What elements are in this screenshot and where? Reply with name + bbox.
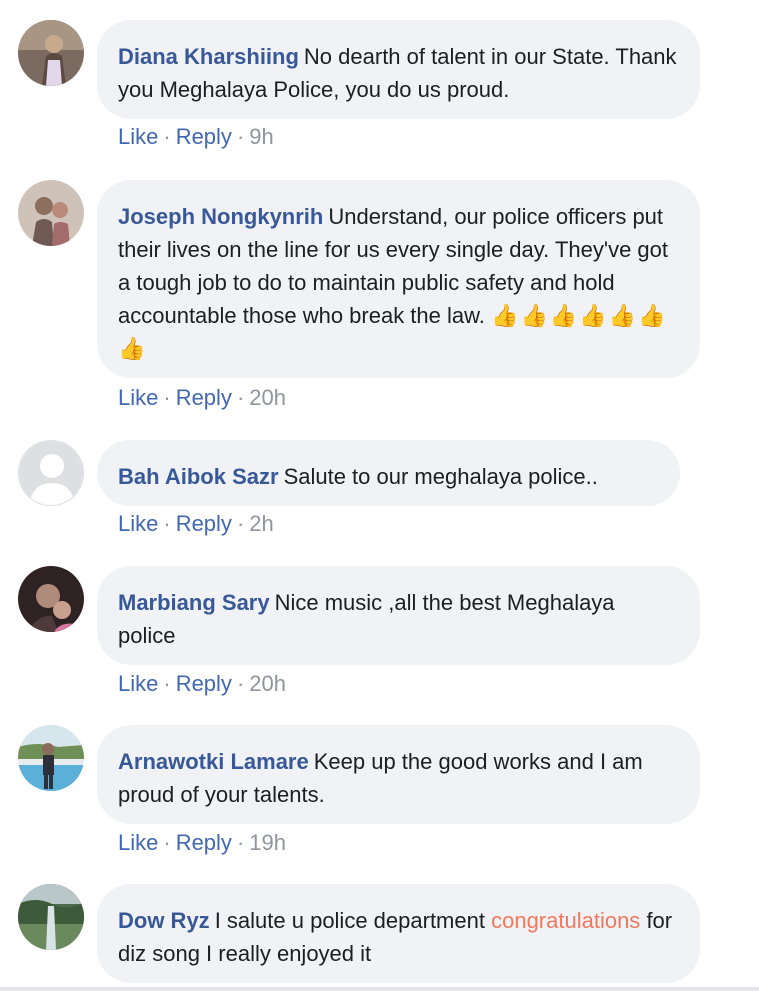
default-user-icon [19,441,83,505]
comment-bubble: Diana Kharshiing No dearth of talent in o… [97,20,700,119]
timestamp[interactable]: 20h [249,671,286,696]
reply-link[interactable]: Reply [176,385,232,410]
like-link[interactable]: Like [118,385,158,410]
separator: · [163,385,171,410]
comment-bubble: Arnawotki Lamare Keep up the good works a… [97,725,700,824]
like-link[interactable]: Like [118,671,158,696]
reply-link[interactable]: Reply [176,511,232,536]
avatar[interactable] [18,440,84,506]
timestamp[interactable]: 20h [249,385,286,410]
reply-link[interactable]: Reply [176,124,232,149]
avatar[interactable] [18,884,84,950]
like-link[interactable]: Like [118,511,158,536]
separator: · [163,671,171,696]
like-link[interactable]: Like [118,124,158,149]
profile-photo-icon [18,884,84,950]
profile-photo-icon [18,20,84,86]
separator: · [163,511,171,536]
separator: · [236,671,245,696]
bottom-divider [0,987,759,991]
separator: · [236,830,245,855]
reply-link[interactable]: Reply [176,830,232,855]
comment-actions: Like · Reply · 2h [118,511,274,537]
profile-photo-icon [18,725,84,791]
author-name[interactable]: Bah Aibok Sazr [118,464,279,489]
like-link[interactable]: Like [118,830,158,855]
avatar[interactable] [18,20,84,86]
comment-bubble: Marbiang Sary Nice music ,all the best Me… [97,566,700,665]
timestamp[interactable]: 19h [249,830,286,855]
author-name[interactable]: Arnawotki Lamare [118,749,309,774]
timestamp[interactable]: 2h [249,511,273,536]
comment-text: I salute u police department [214,908,485,933]
comment-actions: Like · Reply · 9h [118,124,274,150]
comment-bubble: Bah Aibok Sazr Salute to our meghalaya po… [97,440,680,506]
separator: · [163,830,171,855]
separator: · [236,511,245,536]
comment-bubble: Joseph Nongkynrih Understand, our police … [97,180,700,378]
reply-link[interactable]: Reply [176,671,232,696]
separator: · [236,124,245,149]
comment-actions: Like · Reply · 20h [118,671,286,697]
avatar[interactable] [18,180,84,246]
author-name[interactable]: Diana Kharshiing [118,44,299,69]
separator: · [236,385,245,410]
author-name[interactable]: Marbiang Sary [118,590,270,615]
comment-actions: Like · Reply · 19h [118,830,286,856]
author-name[interactable]: Joseph Nongkynrih [118,204,323,229]
comment-actions: Like · Reply · 20h [118,385,286,411]
separator: · [163,124,171,149]
profile-photo-icon [18,180,84,246]
timestamp[interactable]: 9h [249,124,273,149]
hashtag-highlight[interactable]: congratulations [491,908,640,933]
comment-text: Salute to our meghalaya police.. [283,464,598,489]
author-name[interactable]: Dow Ryz [118,908,210,933]
comment-bubble: Dow Ryz I salute u police department cong… [97,884,700,983]
profile-photo-icon [18,566,84,632]
avatar[interactable] [18,725,84,791]
avatar[interactable] [18,566,84,632]
